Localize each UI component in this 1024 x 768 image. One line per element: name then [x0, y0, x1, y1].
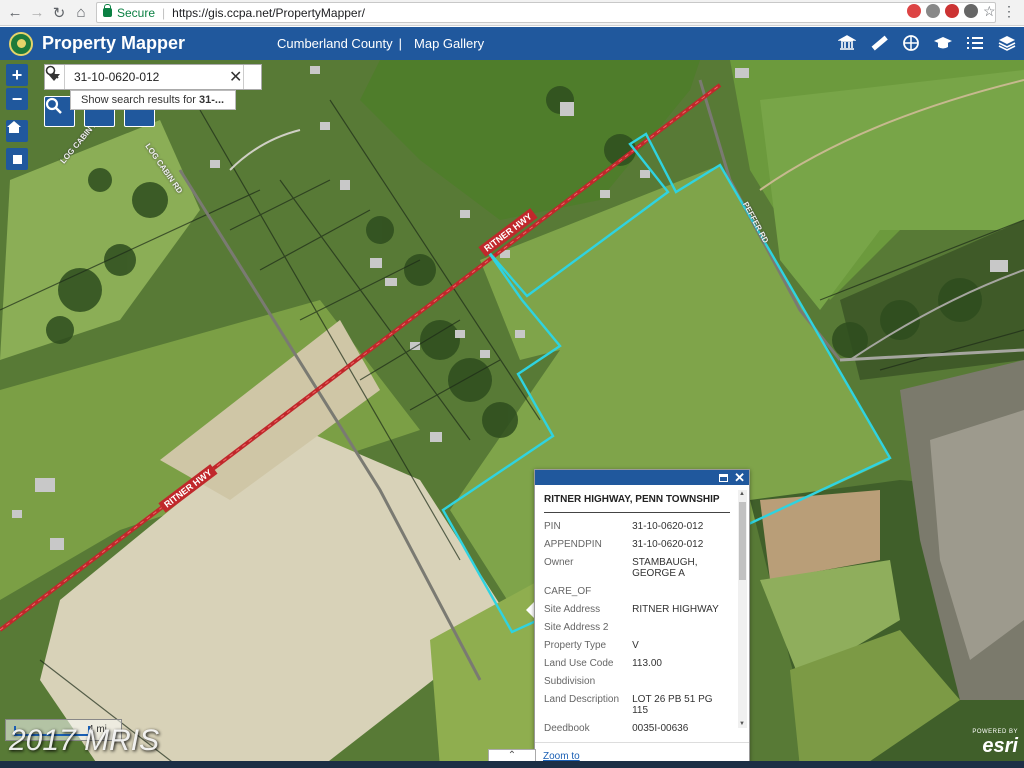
field-value: 0035I-00636	[632, 723, 689, 734]
stop-button[interactable]	[6, 148, 28, 170]
suggestion-term: 31-...	[199, 94, 225, 106]
search-submit-button[interactable]	[45, 65, 261, 89]
parcel-popup: ✕ RITNER HIGHWAY, PENN TOWNSHIP PIN 31-10…	[534, 469, 750, 765]
extension-icon[interactable]	[907, 4, 921, 18]
field-value	[632, 622, 730, 633]
popup-title: RITNER HIGHWAY, PENN TOWNSHIP	[544, 494, 730, 513]
zoom-in-button[interactable]: +	[6, 64, 28, 86]
popup-field-row: Deedbook 0035I-00636	[544, 723, 730, 734]
county-link[interactable]: Cumberland County	[277, 36, 393, 51]
url-host: https://gis.ccpa.net	[172, 5, 273, 20]
field-key: Site Address	[544, 604, 601, 615]
extension-icon[interactable]	[945, 4, 959, 18]
popup-field-row: Land Description LOT 26 PB 51 PG 115	[544, 694, 730, 716]
popup-field-row: Site Address 2	[544, 622, 730, 633]
field-value: 31-10-0620-012	[632, 539, 704, 550]
popup-fields: PIN 31-10-0620-012 APPENDPIN 31-10-0620-012…	[544, 521, 730, 734]
header-separator: |	[398, 36, 403, 51]
field-key: Land Use Code	[544, 658, 614, 669]
field-value: LOT 26 PB 51 PG 115	[632, 694, 713, 716]
suggestion-prefix: Show search results for	[81, 94, 199, 106]
stack-icon[interactable]	[996, 32, 1018, 54]
search-box: ✕	[44, 64, 262, 90]
ruler-icon[interactable]	[868, 32, 890, 54]
square-icon	[12, 154, 22, 164]
search-suggestion[interactable]: Show search results for 31-...	[70, 90, 236, 110]
field-value: RITNER HIGHWAY	[632, 604, 719, 615]
aerial-imagery	[0, 60, 1024, 768]
house-icon	[7, 121, 21, 133]
field-key: Land Description	[544, 694, 620, 705]
field-value: V	[632, 640, 639, 651]
clear-search-icon[interactable]: ✕	[229, 67, 243, 87]
layers-toggle-icon[interactable]	[900, 32, 922, 54]
field-value	[632, 586, 730, 597]
reload-icon[interactable]: ↻	[48, 2, 70, 24]
lock-icon	[103, 4, 112, 17]
popup-field-row: APPENDPIN 31-10-0620-012	[544, 539, 730, 550]
field-key: CARE_OF	[544, 586, 592, 597]
field-value: 113.00	[632, 658, 662, 669]
field-value: STAMBAUGH, GEORGE A	[632, 557, 698, 579]
graduation-cap-icon[interactable]	[932, 32, 954, 54]
close-icon[interactable]: ✕	[734, 471, 745, 484]
popup-field-row: Subdivision	[544, 676, 730, 687]
zoom-out-button[interactable]: −	[6, 88, 28, 110]
aerial-map[interactable]: RITNER HWY RITNER HWY LOG CABIN RD LOG C…	[0, 60, 1024, 768]
search-icon	[45, 65, 59, 79]
county-seal-icon	[9, 31, 33, 56]
scroll-up-icon[interactable]: ▲	[739, 491, 745, 497]
search-icon	[45, 97, 62, 114]
map-gallery-link[interactable]: Map Gallery	[414, 36, 484, 51]
field-key: Deedbook	[544, 723, 590, 734]
popup-field-row: CARE_OF	[544, 586, 730, 597]
esri-logo: esri	[982, 735, 1018, 757]
secure-label: Secure	[117, 5, 156, 20]
maximize-icon[interactable]	[719, 473, 729, 482]
home-extent-button[interactable]	[6, 120, 28, 142]
esri-attribution[interactable]: POWERED BY esri	[972, 729, 1018, 758]
app-title: Property Mapper	[42, 33, 186, 53]
address-separator: |	[162, 5, 166, 20]
browser-chrome: ← → ↻ ⌂ Secure | https://gis.ccpa.net/Pr…	[0, 0, 1024, 26]
url-path: /PropertyMapper/	[272, 5, 365, 20]
field-value	[632, 676, 730, 687]
search-input[interactable]	[64, 65, 229, 89]
popup-field-row: Owner STAMBAUGH, GEORGE A	[544, 557, 730, 579]
watermark: 2017 MRIS	[9, 724, 160, 757]
scroll-thumb[interactable]	[739, 502, 746, 580]
os-taskbar	[0, 761, 1024, 768]
extension-icon[interactable]	[926, 4, 940, 18]
popup-field-row: Land Use Code 113.00	[544, 658, 730, 669]
popup-scrollbar[interactable]: ▲ ▼	[738, 490, 747, 728]
popup-field-row: PIN 31-10-0620-012	[544, 521, 730, 532]
field-key: Subdivision	[544, 676, 596, 687]
home-icon[interactable]: ⌂	[70, 2, 92, 24]
app-toolbar	[836, 32, 1018, 54]
list-icon[interactable]	[964, 32, 986, 54]
popup-titlebar: ✕	[535, 470, 749, 485]
field-key: APPENDPIN	[544, 539, 602, 550]
field-key: Owner	[544, 557, 574, 568]
scroll-down-icon[interactable]: ▼	[739, 721, 745, 727]
popup-field-row: Property Type V	[544, 640, 730, 651]
back-icon[interactable]: ←	[4, 2, 26, 24]
museum-icon[interactable]	[836, 32, 858, 54]
app-header: Property Mapper Cumberland County | Map …	[0, 27, 1024, 60]
bookmark-star-icon[interactable]: ☆	[983, 4, 997, 18]
field-key: PIN	[544, 521, 561, 532]
browser-extensions: ☆ ⋮	[907, 4, 1016, 18]
field-value: 31-10-0620-012	[632, 521, 704, 532]
address-bar[interactable]: Secure | https://gis.ccpa.net/PropertyMa…	[96, 2, 996, 23]
field-key: Property Type	[544, 640, 607, 651]
header-links: Cumberland County | Map Gallery	[277, 36, 484, 51]
popup-content: RITNER HIGHWAY, PENN TOWNSHIP PIN 31-10-0…	[535, 485, 738, 739]
forward-icon[interactable]: →	[26, 2, 48, 24]
field-key: Site Address 2	[544, 622, 609, 633]
browser-menu-icon[interactable]: ⋮	[1002, 4, 1016, 18]
extension-icon[interactable]	[964, 4, 978, 18]
popup-field-row: Site Address RITNER HIGHWAY	[544, 604, 730, 615]
